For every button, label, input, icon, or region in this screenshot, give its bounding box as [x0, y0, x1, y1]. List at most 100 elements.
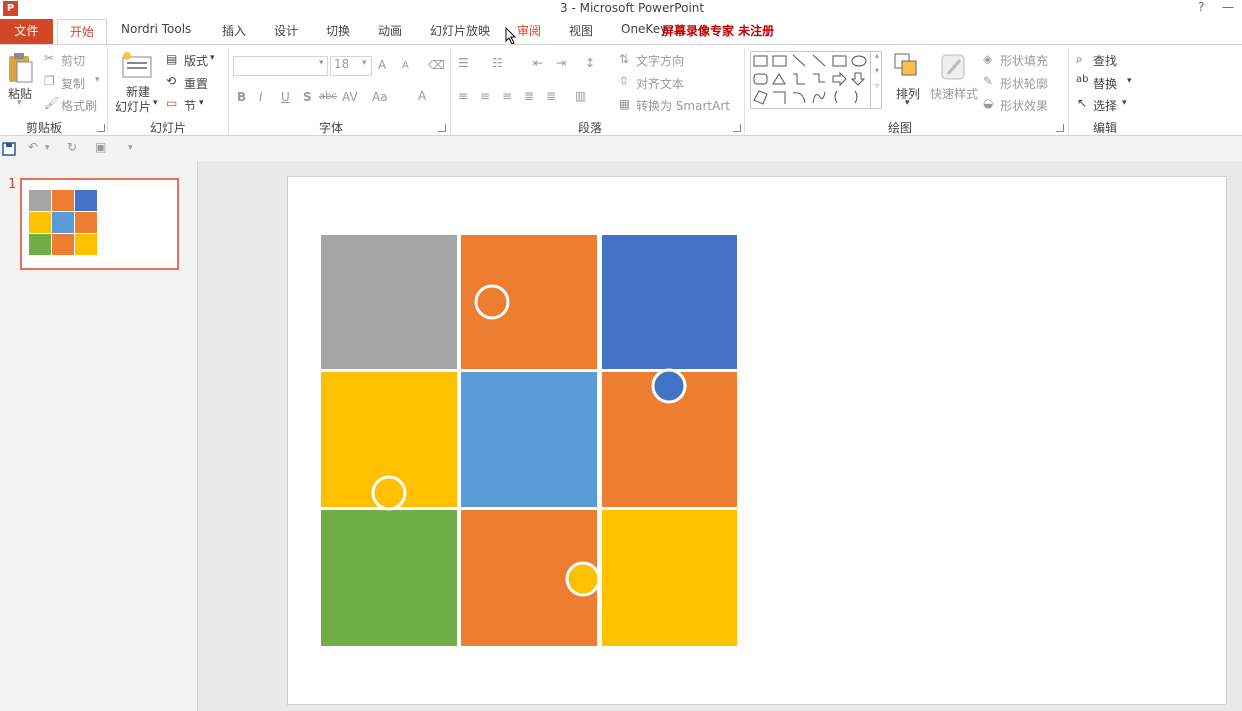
tab-view[interactable]: 视图 — [569, 22, 593, 39]
slide-thumbnail[interactable] — [20, 178, 179, 270]
powerpoint-logo-icon[interactable]: P — [3, 1, 18, 16]
knob-top-right[interactable] — [651, 368, 687, 404]
arrange-dropdown-icon[interactable]: ▾ — [905, 98, 910, 108]
character-spacing-button[interactable]: AV — [342, 90, 358, 104]
select-icon[interactable]: ↖ — [1077, 96, 1087, 110]
numbering-icon[interactable]: ☷ — [492, 56, 503, 70]
shrink-font-button[interactable]: A — [402, 60, 409, 71]
replace-icon[interactable]: ab — [1076, 74, 1088, 85]
piece-top-left[interactable] — [321, 235, 457, 369]
columns-icon[interactable]: ▥ — [575, 89, 586, 103]
quick-styles-button[interactable]: 快速样式 — [930, 85, 978, 102]
font-size-dropdown-icon[interactable]: ▾ — [362, 58, 367, 68]
text-direction-button[interactable]: 文字方向 — [636, 52, 684, 69]
cut-icon[interactable]: ✂ — [44, 51, 54, 65]
piece-bottom-left[interactable] — [321, 510, 457, 646]
decrease-indent-icon[interactable]: ⇤ — [533, 56, 543, 70]
clear-formatting-icon[interactable]: ⌫ — [428, 58, 445, 72]
shape-outline-icon[interactable]: ✎ — [983, 74, 993, 88]
piece-center[interactable] — [461, 372, 597, 507]
font-name-combobox[interactable] — [233, 56, 328, 76]
knob-top-middle[interactable] — [474, 284, 510, 320]
tab-file[interactable]: 文件 — [0, 19, 53, 44]
save-icon[interactable] — [2, 142, 16, 156]
increase-indent-icon[interactable]: ⇥ — [556, 56, 566, 70]
clipboard-dialog-launcher-icon[interactable] — [97, 124, 105, 132]
arrange-icon[interactable] — [893, 52, 921, 82]
tab-insert[interactable]: 插入 — [222, 22, 246, 39]
section-button[interactable]: 节 — [184, 97, 196, 114]
grow-font-button[interactable]: A — [378, 58, 386, 72]
font-color-button[interactable]: A — [418, 89, 426, 103]
new-slide-icon[interactable] — [121, 51, 153, 79]
piece-top-right[interactable] — [602, 235, 737, 369]
distribute-icon[interactable]: ≣ — [546, 89, 556, 103]
convert-smartart-button[interactable]: 转换为 SmartArt — [636, 97, 730, 114]
shape-fill-button[interactable]: 形状填充 — [1000, 52, 1048, 69]
smartart-icon[interactable]: ▦ — [619, 97, 630, 111]
layout-icon[interactable]: ▤ — [166, 52, 177, 66]
knob-bottom-right[interactable] — [565, 561, 601, 597]
justify-icon[interactable]: ≣ — [524, 89, 534, 103]
select-dropdown-icon[interactable]: ▾ — [1122, 98, 1127, 108]
tab-review[interactable]: 审阅 — [517, 22, 541, 39]
reset-button[interactable]: 重置 — [184, 75, 208, 92]
quick-styles-icon[interactable] — [940, 52, 968, 82]
undo-icon[interactable]: ↶ — [28, 140, 38, 154]
tab-transitions[interactable]: 切换 — [326, 22, 350, 39]
tab-home[interactable]: 开始 — [57, 19, 107, 45]
tab-slideshow[interactable]: 幻灯片放映 — [430, 22, 490, 39]
cut-button[interactable]: 剪切 — [61, 52, 85, 69]
align-left-icon[interactable]: ≡ — [458, 89, 468, 103]
help-button[interactable]: ? — [1198, 0, 1204, 14]
copy-button[interactable]: 复制 — [61, 75, 85, 92]
bullets-icon[interactable]: ☰ — [458, 56, 469, 70]
knob-middle-left[interactable] — [371, 475, 407, 511]
copy-dropdown-arrow-icon[interactable]: ▾ — [95, 75, 100, 85]
paragraph-dialog-launcher-icon[interactable] — [733, 124, 741, 132]
replace-dropdown-icon[interactable]: ▾ — [1127, 76, 1132, 86]
new-slide-dropdown-icon[interactable]: ▾ — [153, 98, 158, 108]
align-center-icon[interactable]: ≡ — [480, 89, 490, 103]
shapes-icon[interactable] — [751, 52, 873, 108]
reset-icon[interactable]: ⟲ — [166, 74, 176, 88]
align-right-icon[interactable]: ≡ — [502, 89, 512, 103]
section-dropdown-icon[interactable]: ▾ — [199, 98, 204, 108]
change-case-button[interactable]: Aa — [372, 90, 388, 104]
tab-animations[interactable]: 动画 — [378, 22, 402, 39]
start-slideshow-icon[interactable]: ▣ — [95, 140, 106, 154]
redo-icon[interactable]: ↻ — [67, 140, 77, 154]
shapes-gallery[interactable] — [750, 51, 882, 109]
align-text-button[interactable]: 对齐文本 — [636, 75, 684, 92]
layout-dropdown-icon[interactable]: ▾ — [210, 53, 215, 63]
new-slide-label[interactable]: 幻灯片 — [115, 98, 151, 115]
text-shadow-button[interactable]: S — [303, 90, 312, 104]
find-button[interactable]: 查找 — [1093, 52, 1117, 69]
italic-button[interactable]: I — [259, 90, 263, 104]
undo-dropdown-icon[interactable]: ▾ — [45, 143, 50, 153]
paste-icon[interactable] — [6, 52, 34, 84]
tab-onekey[interactable]: OneKey — [621, 22, 667, 36]
minimize-button[interactable]: — — [1222, 0, 1234, 14]
line-spacing-icon[interactable]: ↕ — [585, 56, 595, 70]
drawing-dialog-launcher-icon[interactable] — [1056, 124, 1064, 132]
select-button[interactable]: 选择 — [1093, 97, 1117, 114]
font-name-dropdown-icon[interactable]: ▾ — [319, 58, 324, 68]
slide-canvas[interactable] — [287, 176, 1227, 705]
find-icon[interactable]: ⌕ — [1076, 52, 1083, 67]
underline-button[interactable]: U — [281, 90, 290, 104]
shapes-gallery-scroll[interactable]: ▴ ▾ ▿ — [870, 51, 883, 109]
shape-effects-icon[interactable]: ◒ — [983, 96, 993, 110]
align-text-icon[interactable]: ⇳ — [619, 74, 629, 88]
shape-outline-button[interactable]: 形状轮廓 — [1000, 75, 1048, 92]
bold-button[interactable]: B — [237, 90, 246, 104]
shape-fill-icon[interactable]: ◈ — [983, 52, 992, 66]
piece-bottom-right[interactable] — [602, 510, 737, 646]
font-dialog-launcher-icon[interactable] — [438, 124, 446, 132]
layout-button[interactable]: 版式 — [184, 52, 208, 69]
shape-effects-button[interactable]: 形状效果 — [1000, 97, 1048, 114]
section-icon[interactable]: ▭ — [166, 96, 177, 110]
format-painter-icon[interactable]: 🖌 — [44, 96, 59, 110]
customize-qat-icon[interactable]: ▾ — [128, 143, 133, 153]
paste-dropdown-arrow-icon[interactable]: ▾ — [17, 98, 22, 108]
